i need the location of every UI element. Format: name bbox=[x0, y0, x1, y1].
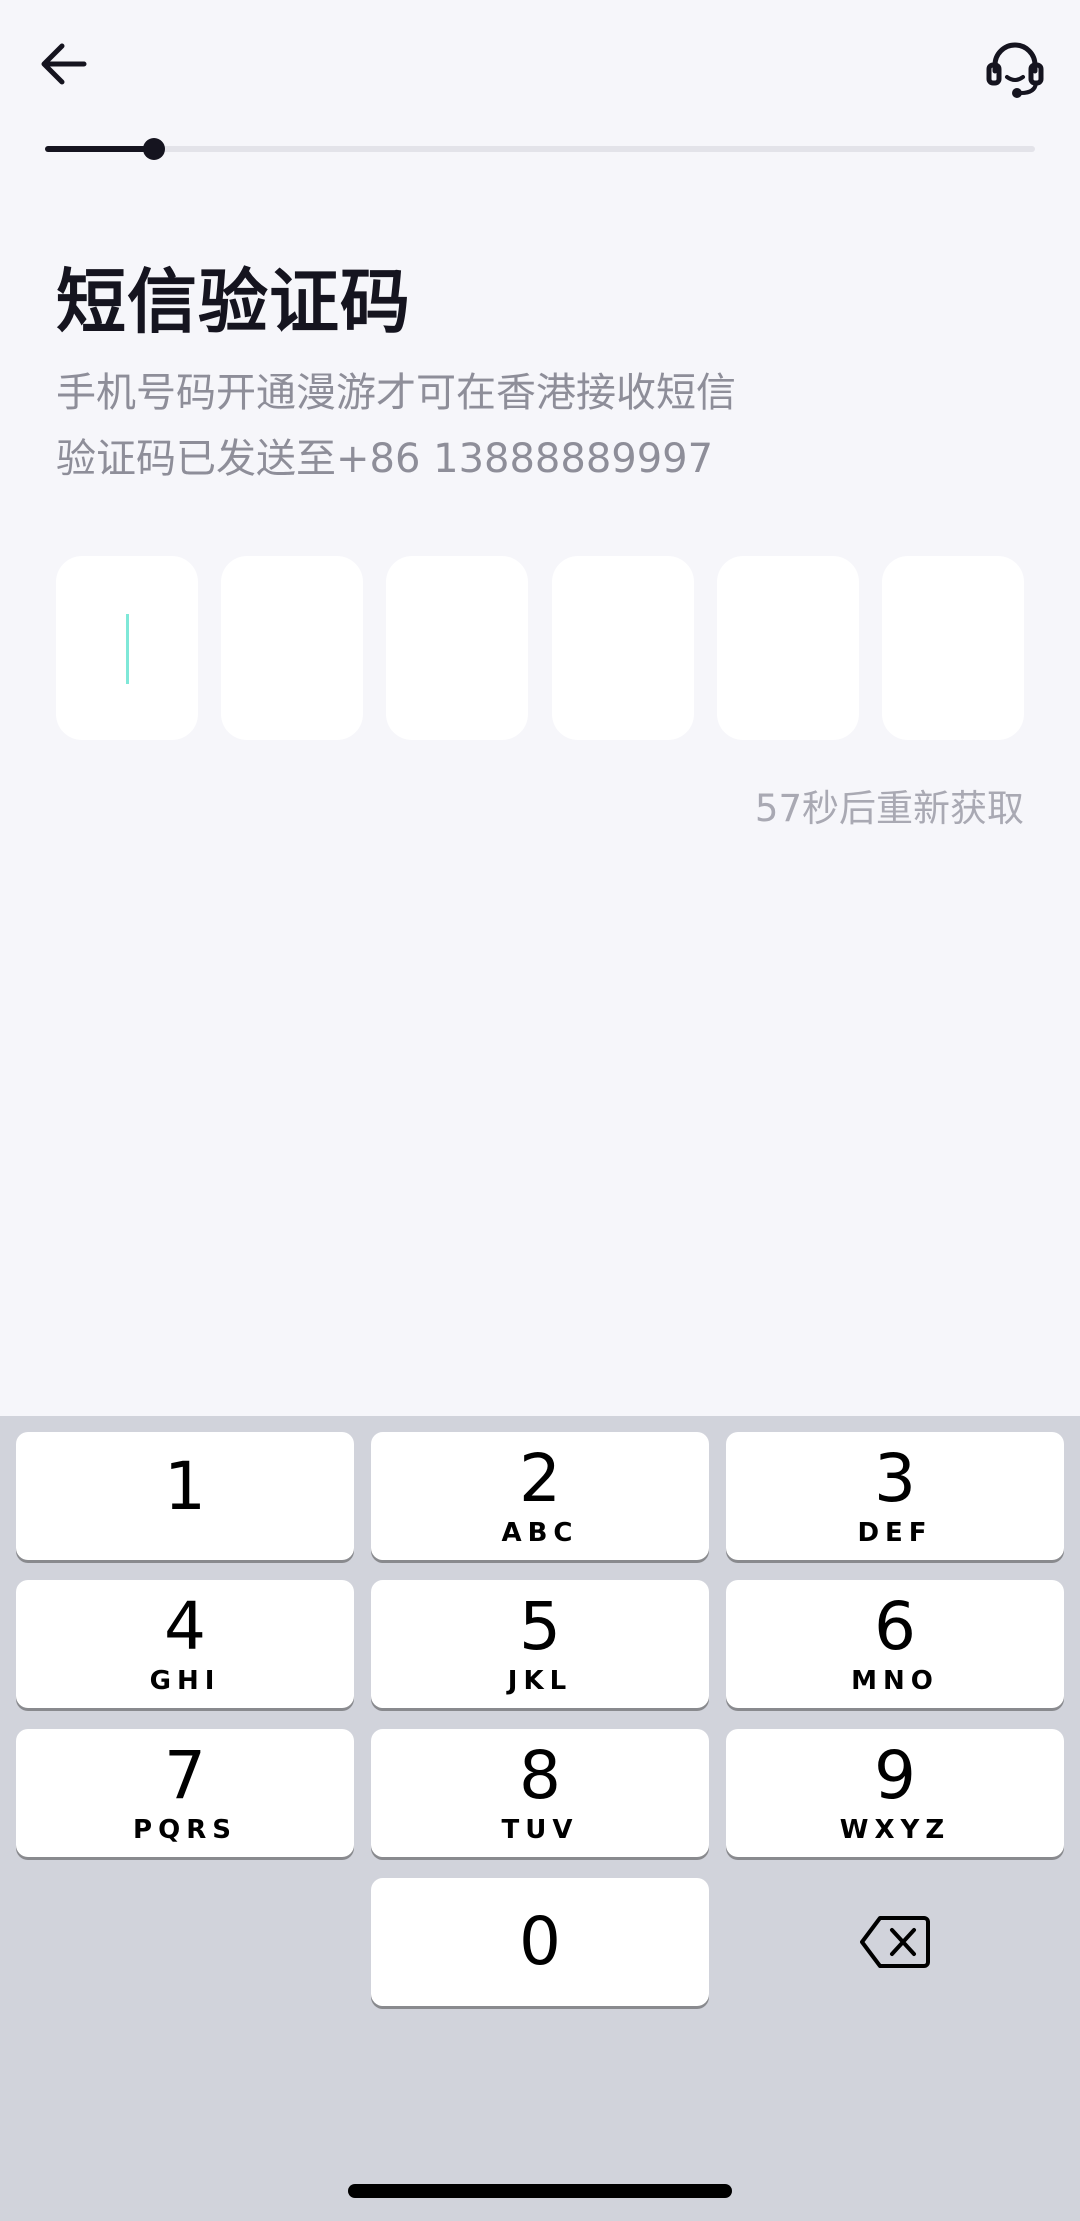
progress-bar bbox=[45, 138, 1035, 160]
key-letters: WXYZ bbox=[839, 1815, 951, 1845]
code-box-6[interactable] bbox=[881, 556, 1024, 740]
key-digit: 1 bbox=[164, 1448, 206, 1525]
key-8[interactable]: 8 TUV bbox=[371, 1729, 709, 1857]
customer-service-button[interactable] bbox=[980, 32, 1050, 102]
arrow-left-icon bbox=[41, 43, 87, 85]
key-digit: 5 bbox=[519, 1588, 561, 1665]
key-digit: 3 bbox=[874, 1440, 916, 1517]
key-digit: 6 bbox=[874, 1588, 916, 1665]
sms-verification-screen: 短信验证码 手机号码开通漫游才可在香港接收短信 验证码已发送至+86 13888… bbox=[0, 0, 1080, 2221]
backspace-icon bbox=[860, 1916, 930, 1968]
progress-knob bbox=[142, 138, 165, 160]
key-5[interactable]: 5 JKL bbox=[371, 1580, 709, 1708]
back-button[interactable] bbox=[32, 32, 96, 96]
code-box-4[interactable] bbox=[551, 556, 694, 740]
page-title: 短信验证码 bbox=[56, 261, 411, 343]
code-box-3[interactable] bbox=[386, 556, 529, 740]
key-0[interactable]: 0 bbox=[371, 1878, 709, 2006]
key-letters: MNO bbox=[851, 1666, 939, 1696]
key-letters: JKL bbox=[507, 1666, 573, 1696]
key-1[interactable]: 1 bbox=[16, 1432, 354, 1560]
key-6[interactable]: 6 MNO bbox=[726, 1580, 1064, 1708]
sent-to-notice: 验证码已发送至+86 13888889997 bbox=[56, 436, 714, 482]
roaming-notice: 手机号码开通漫游才可在香港接收短信 bbox=[56, 370, 736, 416]
code-input-row bbox=[56, 556, 1024, 740]
text-caret bbox=[126, 614, 129, 684]
key-letters: TUV bbox=[501, 1815, 579, 1845]
resend-countdown[interactable]: 57秒后重新获取 bbox=[755, 778, 1024, 832]
progress-fill bbox=[45, 146, 154, 152]
headset-icon bbox=[986, 42, 1044, 98]
key-7[interactable]: 7 PQRS bbox=[16, 1729, 354, 1857]
key-letters: ABC bbox=[501, 1518, 579, 1548]
key-digit: 9 bbox=[874, 1737, 916, 1814]
code-box-5[interactable] bbox=[716, 556, 859, 740]
numeric-keypad: 1 2 ABC 3 DEF 4 GHI 5 JKL 6 MNO 7 PQRS 8… bbox=[0, 1416, 1080, 2221]
key-letters: GHI bbox=[149, 1666, 221, 1696]
key-letters: PQRS bbox=[133, 1815, 237, 1845]
key-digit: 2 bbox=[519, 1440, 561, 1517]
key-2[interactable]: 2 ABC bbox=[371, 1432, 709, 1560]
key-4[interactable]: 4 GHI bbox=[16, 1580, 354, 1708]
key-digit: 7 bbox=[164, 1737, 206, 1814]
key-digit: 4 bbox=[164, 1588, 206, 1665]
code-box-2[interactable] bbox=[221, 556, 364, 740]
key-digit: 8 bbox=[519, 1737, 561, 1814]
key-digit: 0 bbox=[519, 1903, 561, 1980]
key-9[interactable]: 9 WXYZ bbox=[726, 1729, 1064, 1857]
delete-key[interactable] bbox=[726, 1878, 1064, 2006]
key-letters: DEF bbox=[857, 1518, 933, 1548]
key-3[interactable]: 3 DEF bbox=[726, 1432, 1064, 1560]
home-indicator bbox=[348, 2184, 732, 2198]
